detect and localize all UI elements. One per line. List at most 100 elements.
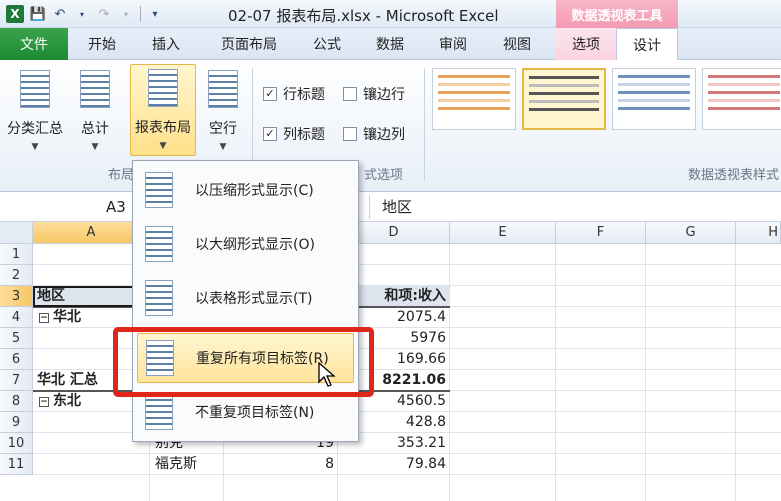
- banded-rows-checkbox[interactable]: 镶边行: [343, 84, 405, 104]
- compact-form-icon: [145, 172, 173, 208]
- report-layout-button[interactable]: 报表布局 ▼: [130, 64, 196, 156]
- cell-d11[interactable]: 79.84: [340, 454, 446, 475]
- report-layout-menu: 以压缩形式显示(C) 以大纲形式显示(O) 以表格形式显示(T) 重复所有项目标…: [132, 160, 359, 442]
- tab-data[interactable]: 数据: [362, 28, 418, 60]
- unchecked-box-icon: [343, 127, 357, 141]
- tab-file[interactable]: 文件: [0, 28, 68, 60]
- menu-item-label: 以大纲形式显示(O): [195, 237, 315, 253]
- column-header-f[interactable]: F: [556, 222, 646, 244]
- column-headers-label: 列标题: [283, 127, 325, 143]
- chevron-down-icon: ▼: [159, 141, 167, 151]
- column-headers-checkbox[interactable]: ✓ 列标题: [263, 124, 325, 144]
- name-box[interactable]: A3: [0, 195, 134, 219]
- row-header[interactable]: 9: [0, 412, 33, 433]
- unchecked-box-icon: [343, 87, 357, 101]
- tab-options[interactable]: 选项: [556, 28, 616, 60]
- select-all-corner[interactable]: [0, 222, 33, 244]
- check-icon: ✓: [263, 127, 277, 141]
- report-layout-label: 报表布局: [135, 120, 191, 136]
- formula-divider: [369, 195, 370, 219]
- excel-logo-icon: X: [6, 5, 24, 23]
- pivot-style-red[interactable]: [702, 68, 781, 130]
- grand-totals-button[interactable]: 总计 ▼: [72, 66, 118, 152]
- formula-value[interactable]: 地区: [382, 195, 412, 219]
- banded-rows-label: 镶边行: [363, 87, 405, 103]
- collapse-icon[interactable]: −: [39, 397, 49, 407]
- ribbon-design: 分类汇总 ▼ 总计 ▼ 报表布局 ▼ 空行 ▼ ✓ 行标题 镶边行 ✓ 列标题 镶边…: [0, 60, 781, 192]
- column-header-g[interactable]: G: [646, 222, 736, 244]
- chevron-down-icon: ▼: [31, 142, 39, 152]
- quick-access-toolbar: X 💾 ↶ ▾ ↷ ▾ ▾: [6, 4, 163, 24]
- cell-b11[interactable]: 福克斯: [155, 454, 197, 475]
- tab-home[interactable]: 开始: [74, 28, 130, 60]
- row-header[interactable]: 8: [0, 391, 33, 412]
- menu-item-compact-form[interactable]: 以压缩形式显示(C): [137, 165, 354, 215]
- tab-insert[interactable]: 插入: [136, 28, 196, 60]
- row-header[interactable]: 5: [0, 328, 33, 349]
- row-header[interactable]: 10: [0, 433, 33, 454]
- row-header[interactable]: 2: [0, 265, 33, 286]
- menu-item-label: 不重复项目标签(N): [195, 405, 315, 421]
- redo-icon[interactable]: ↷: [96, 6, 112, 22]
- pivot-tools-context-label: 数据透视表工具: [556, 0, 678, 28]
- tab-view[interactable]: 视图: [488, 28, 546, 60]
- layout-group-label: 布局: [108, 168, 135, 183]
- window-title: 02-07 报表布局.xlsx - Microsoft Excel: [228, 7, 499, 25]
- tab-formulas[interactable]: 公式: [300, 28, 354, 60]
- row-header[interactable]: 11: [0, 454, 33, 475]
- grand-totals-label: 总计: [81, 121, 109, 137]
- subtotals-label: 分类汇总: [7, 121, 63, 137]
- row-headers-checkbox[interactable]: ✓ 行标题: [263, 84, 325, 104]
- row-header[interactable]: 3: [0, 286, 33, 307]
- row-header[interactable]: 1: [0, 244, 33, 265]
- ribbon-tabs: 文件 开始 插入 页面布局 公式 数据 审阅 视图 选项 设计: [0, 28, 781, 60]
- cell-a8-text: 东北: [53, 393, 81, 409]
- cell-a4[interactable]: − 华北: [39, 307, 81, 328]
- pivot-styles-group-label: 数据透视表样式: [688, 168, 780, 183]
- gridline: [645, 244, 646, 501]
- grand-totals-icon: [80, 70, 110, 108]
- row-header[interactable]: 6: [0, 349, 33, 370]
- gridline: [735, 244, 736, 501]
- row-header[interactable]: 4: [0, 307, 33, 328]
- subtotals-button[interactable]: 分类汇总 ▼: [4, 66, 66, 152]
- chevron-down-icon: ▼: [219, 142, 227, 152]
- no-repeat-labels-icon: [145, 394, 173, 430]
- gridline: [555, 244, 556, 501]
- redo-dropdown-icon[interactable]: ▾: [118, 6, 134, 22]
- pivot-style-gallery: [432, 68, 781, 130]
- cell-c11[interactable]: 8: [226, 454, 334, 475]
- banded-columns-checkbox[interactable]: 镶边列: [343, 124, 405, 144]
- column-header-h[interactable]: H: [736, 222, 781, 244]
- menu-item-outline-form[interactable]: 以大纲形式显示(O): [137, 219, 354, 269]
- banded-columns-label: 镶边列: [363, 127, 405, 143]
- style-options-group-label: 式选项: [364, 168, 404, 183]
- report-layout-icon: [148, 69, 178, 107]
- pivot-style-dark-selected[interactable]: [522, 68, 606, 130]
- undo-icon[interactable]: ↶: [52, 6, 68, 22]
- menu-item-tabular-form[interactable]: 以表格形式显示(T): [137, 273, 354, 323]
- column-header-e[interactable]: E: [450, 222, 556, 244]
- tabular-form-icon: [145, 280, 173, 316]
- blank-rows-button[interactable]: 空行 ▼: [202, 66, 244, 152]
- undo-dropdown-icon[interactable]: ▾: [74, 6, 90, 22]
- blank-rows-label: 空行: [209, 121, 237, 137]
- tab-page-layout[interactable]: 页面布局: [204, 28, 294, 60]
- row-header[interactable]: 7: [0, 370, 33, 391]
- menu-item-label: 以压缩形式显示(C): [195, 183, 314, 199]
- tab-review[interactable]: 审阅: [424, 28, 482, 60]
- cell-a7[interactable]: 华北 汇总: [37, 370, 98, 391]
- cell-a8[interactable]: − 东北: [39, 391, 81, 412]
- save-icon[interactable]: 💾: [30, 6, 46, 22]
- check-icon: ✓: [263, 87, 277, 101]
- menu-item-label: 以表格形式显示(T): [195, 291, 313, 307]
- tab-design[interactable]: 设计: [616, 28, 678, 60]
- pivot-style-blue[interactable]: [612, 68, 696, 130]
- cell-a4-text: 华北: [53, 309, 81, 325]
- collapse-icon[interactable]: −: [39, 313, 49, 323]
- customize-toolbar-icon[interactable]: ▾: [147, 6, 163, 22]
- toolbar-divider: [140, 6, 141, 22]
- pivot-style-orange[interactable]: [432, 68, 516, 130]
- gridline: [449, 244, 450, 501]
- blank-rows-icon: [208, 70, 238, 108]
